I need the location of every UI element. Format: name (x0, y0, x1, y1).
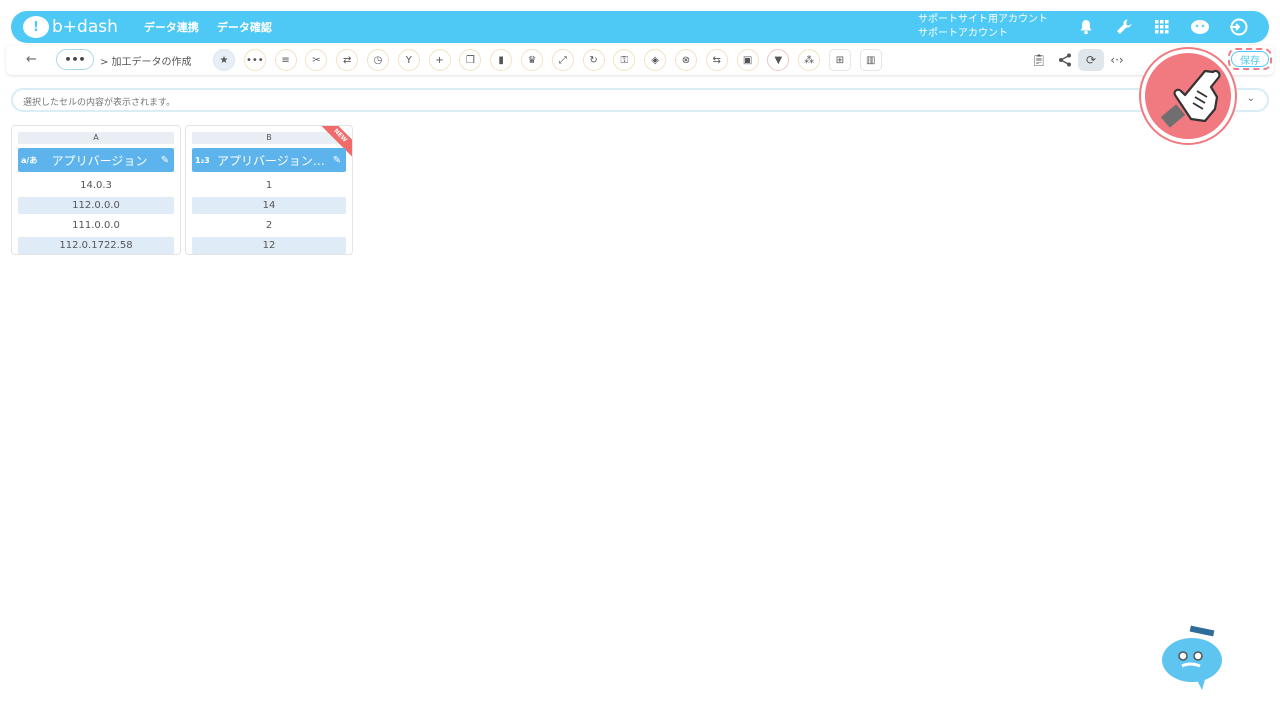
save-button[interactable]: 保存 (1231, 51, 1269, 67)
table-cell[interactable]: 14 (192, 197, 346, 214)
share-icon[interactable] (1052, 49, 1078, 71)
more-icon[interactable]: ••• (243, 49, 266, 71)
header-icons (1067, 11, 1257, 43)
logo-text: b+dash (52, 17, 118, 37)
expand-icon[interactable]: ⤢ (551, 49, 574, 71)
clipboard-icon[interactable]: 📋︎ (1026, 49, 1052, 71)
mascot-icon[interactable] (1158, 622, 1228, 692)
split-icon[interactable]: Y (397, 49, 420, 71)
table-cell[interactable]: 112.0.0.0 (18, 197, 174, 214)
column-title: アプリバージョン (51, 153, 148, 168)
column-letter: B (192, 132, 346, 144)
code-icon[interactable]: ‹·› (1104, 49, 1130, 71)
nav-data-link[interactable]: データ連携 (144, 19, 199, 35)
column-cells: 1 14 2 12 (192, 174, 346, 254)
cube-icon[interactable]: ◈ (644, 49, 667, 71)
pencil-icon[interactable]: ✎ (328, 155, 346, 166)
table-cell[interactable]: 112.0.1722.58 (18, 237, 174, 254)
number-type-icon: 1₂3 (195, 155, 210, 165)
grid-icon[interactable] (1143, 11, 1181, 43)
account-user: サポートアカウント (918, 28, 1008, 39)
column-header[interactable]: 1₂3 アプリバージョン(… ✎ (192, 148, 346, 172)
account-info[interactable]: サポートサイト用アカウント サポートアカウント (918, 13, 1048, 41)
pencil-icon[interactable]: ✎ (156, 155, 174, 166)
repeat-icon[interactable]: ↻ (582, 49, 605, 71)
crown-icon[interactable]: ♛ (520, 49, 543, 71)
column-cells: 14.0.3 112.0.0.0 111.0.0.0 112.0.1722.58 (18, 174, 174, 254)
filter-icon[interactable]: ▼ (767, 49, 790, 71)
wrench-icon[interactable] (1105, 11, 1143, 43)
account-name: サポートサイト用アカウント (918, 14, 1048, 25)
cell-content-input[interactable] (23, 93, 1223, 113)
copy-icon[interactable]: ❐ (459, 49, 482, 71)
save-button-highlight[interactable]: 保存 (1228, 48, 1272, 70)
column-letter: A (18, 132, 174, 144)
table-cell[interactable]: 111.0.0.0 (18, 217, 174, 234)
table-cell[interactable]: 2 (192, 217, 346, 234)
pointing-hand-icon (1141, 49, 1235, 143)
back-button[interactable]: ← (26, 52, 37, 67)
toolbar: ← ••• > 加工データの作成 ★ ••• ≡ ✂ ⇄ ◷ Y + ❐ ▮ ♛… (6, 45, 1274, 75)
table-cell[interactable]: 12 (192, 237, 346, 254)
nav-data-check[interactable]: データ確認 (217, 19, 272, 35)
column-header[interactable]: a/あ アプリバージョン ✎ (18, 148, 174, 172)
cell-content-bar[interactable]: ⌄ (11, 88, 1269, 113)
replace-icon[interactable]: ⇆ (705, 49, 728, 71)
trash-icon[interactable]: ▮ (490, 49, 513, 71)
top-header: ! b+dash データ連携 データ確認 サポートサイト用アカウント サポートア… (11, 11, 1269, 43)
star-icon[interactable]: ★ (213, 49, 235, 71)
tool-buttons: ★ ••• ≡ ✂ ⇄ ◷ Y + ❐ ▮ ♛ ⤢ ↻ ⚿ ◈ ⊗ ⇆ ▣ ▼ … (213, 49, 891, 71)
timer-icon[interactable]: ◷ (366, 49, 389, 71)
breadcrumb: > 加工データの作成 (100, 57, 192, 68)
logo-icon: ! (23, 16, 49, 38)
column-card-a[interactable]: A a/あ アプリバージョン ✎ 14.0.3 112.0.0.0 111.0.… (11, 125, 181, 255)
table-cell[interactable]: 1 (192, 177, 346, 194)
refresh-icon[interactable]: ⟳ (1078, 49, 1104, 71)
bell-icon[interactable] (1067, 11, 1105, 43)
more-menu-button[interactable]: ••• (56, 49, 94, 70)
table-cell[interactable]: 14.0.3 (18, 177, 174, 194)
table-icon[interactable]: ⊞ (828, 49, 851, 71)
lock-icon[interactable]: ⚿ (613, 49, 636, 71)
assistant-icon[interactable] (1181, 11, 1219, 43)
box-icon[interactable]: ▣ (736, 49, 759, 71)
text-type-icon: a/あ (21, 155, 38, 165)
column-card-b[interactable]: B NEW 1₂3 アプリバージョン(… ✎ 1 14 2 12 (185, 125, 353, 255)
columns-icon[interactable]: ▥ (859, 49, 882, 71)
close-circle-icon[interactable]: ⊗ (674, 49, 697, 71)
scissors-icon[interactable]: ✂ (305, 49, 328, 71)
chevron-down-icon[interactable]: ⌄ (1247, 93, 1255, 104)
merge-icon[interactable]: ⇄ (336, 49, 359, 71)
format-icon[interactable]: ⁂ (798, 49, 821, 71)
list-icon[interactable]: ≡ (274, 49, 297, 71)
logo[interactable]: ! b+dash (23, 16, 118, 38)
column-title: アプリバージョン(… (217, 153, 328, 168)
logout-icon[interactable] (1219, 11, 1257, 43)
right-tool-buttons: 📋︎ ⟳ ‹·› (1026, 49, 1130, 71)
top-nav: データ連携 データ確認 (144, 19, 272, 35)
add-icon[interactable]: + (428, 49, 451, 71)
